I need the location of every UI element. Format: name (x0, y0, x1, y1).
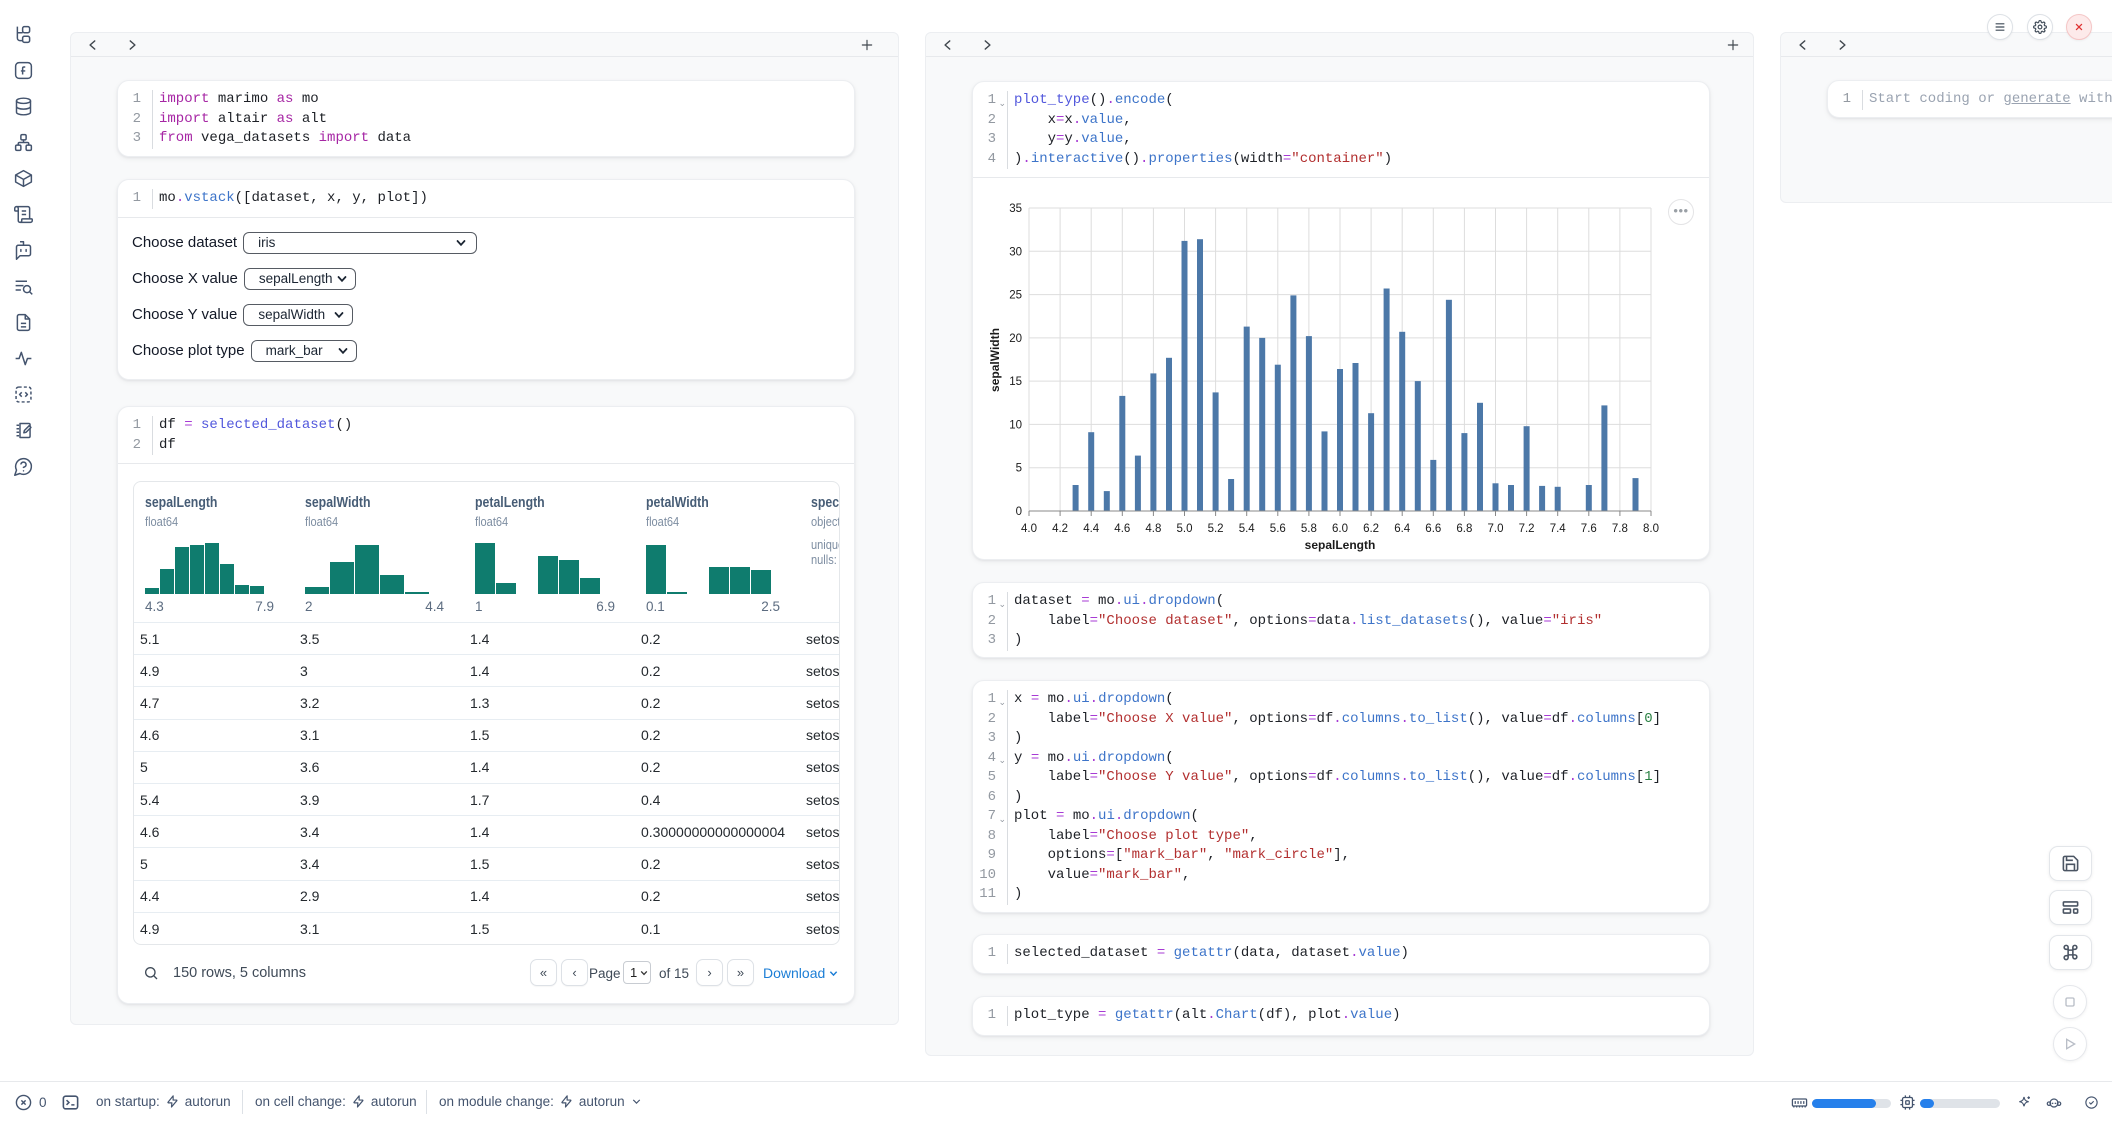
svg-text:6.4: 6.4 (1394, 523, 1411, 535)
svg-text:8.0: 8.0 (1643, 523, 1659, 535)
svg-text:0: 0 (1016, 506, 1022, 518)
svg-text:6.8: 6.8 (1456, 523, 1472, 535)
svg-text:5: 5 (1016, 463, 1022, 475)
svg-text:5.2: 5.2 (1208, 523, 1224, 535)
svg-text:7.6: 7.6 (1581, 523, 1597, 535)
svg-text:5.4: 5.4 (1239, 523, 1256, 535)
svg-text:4.4: 4.4 (1083, 523, 1100, 535)
svg-text:15: 15 (1009, 376, 1022, 388)
svg-text:sepalWidth: sepalWidth (988, 328, 1002, 392)
svg-text:sepalLength: sepalLength (1305, 538, 1376, 552)
svg-text:6.2: 6.2 (1363, 523, 1379, 535)
svg-text:10: 10 (1009, 419, 1022, 431)
svg-text:7.8: 7.8 (1612, 523, 1628, 535)
svg-text:4.8: 4.8 (1145, 523, 1161, 535)
svg-text:7.2: 7.2 (1519, 523, 1535, 535)
svg-text:5.8: 5.8 (1301, 523, 1317, 535)
svg-text:20: 20 (1009, 333, 1022, 345)
svg-text:5.6: 5.6 (1270, 523, 1286, 535)
svg-text:4.0: 4.0 (1021, 523, 1037, 535)
svg-text:5.0: 5.0 (1177, 523, 1193, 535)
svg-text:35: 35 (1009, 203, 1022, 215)
svg-text:7.0: 7.0 (1488, 523, 1504, 535)
svg-text:6.6: 6.6 (1425, 523, 1441, 535)
svg-text:7.4: 7.4 (1550, 523, 1567, 535)
svg-text:30: 30 (1009, 246, 1022, 258)
svg-text:25: 25 (1009, 290, 1022, 302)
svg-text:4.6: 4.6 (1114, 523, 1130, 535)
svg-text:4.2: 4.2 (1052, 523, 1068, 535)
svg-text:6.0: 6.0 (1332, 523, 1348, 535)
